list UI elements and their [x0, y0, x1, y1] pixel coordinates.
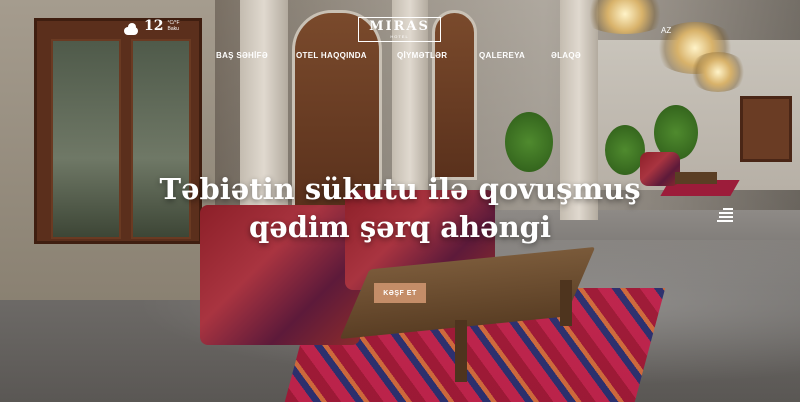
nav-item-prices[interactable]: QİYMƏTLƏR	[397, 51, 447, 60]
hero-title: Təbiətin sükutu ilə qovuşmuş qədim şərq …	[150, 170, 650, 246]
background-door	[740, 96, 792, 162]
language-switcher[interactable]: AZ	[661, 26, 671, 35]
weather-details: °C/°F Baku	[167, 20, 179, 32]
potted-plant	[605, 125, 645, 175]
logo-subtitle: HOTEL	[390, 34, 409, 39]
potted-plant	[505, 112, 553, 172]
cloud-icon	[122, 23, 140, 35]
coffee-table	[675, 172, 717, 184]
hero-title-line2: qədim şərq ahəngi	[249, 210, 551, 244]
hotel-logo[interactable]: MIRAS HOTEL	[358, 17, 441, 42]
weather-widget: 12 °C/°F Baku	[122, 18, 180, 35]
logo-name: MIRAS	[369, 19, 430, 34]
table-leg	[560, 280, 572, 326]
weather-city: Baku	[167, 26, 179, 32]
hero-title-line1: Təbiətin sükutu ilə qovuşmuş	[159, 172, 641, 206]
discover-button[interactable]: KƏŞF ET	[374, 283, 426, 303]
menu-icon[interactable]	[717, 207, 733, 223]
nav-item-gallery[interactable]: QALEREYA	[479, 51, 525, 60]
nav-item-home[interactable]: BAŞ SƏHİFƏ	[216, 51, 268, 60]
main-nav: BAŞ SƏHİFƏ OTEL HAQQINDA QİYMƏTLƏR QALER…	[0, 51, 800, 65]
temperature-value: 12	[144, 18, 164, 34]
table-leg	[455, 320, 467, 382]
nav-item-about[interactable]: OTEL HAQQINDA	[296, 51, 367, 60]
window-pane	[51, 39, 121, 239]
hero-section: 12 °C/°F Baku MIRAS HOTEL AZ BAŞ SƏHİFƏ …	[0, 0, 800, 402]
nav-item-contact[interactable]: ƏLAQƏ	[551, 51, 581, 60]
